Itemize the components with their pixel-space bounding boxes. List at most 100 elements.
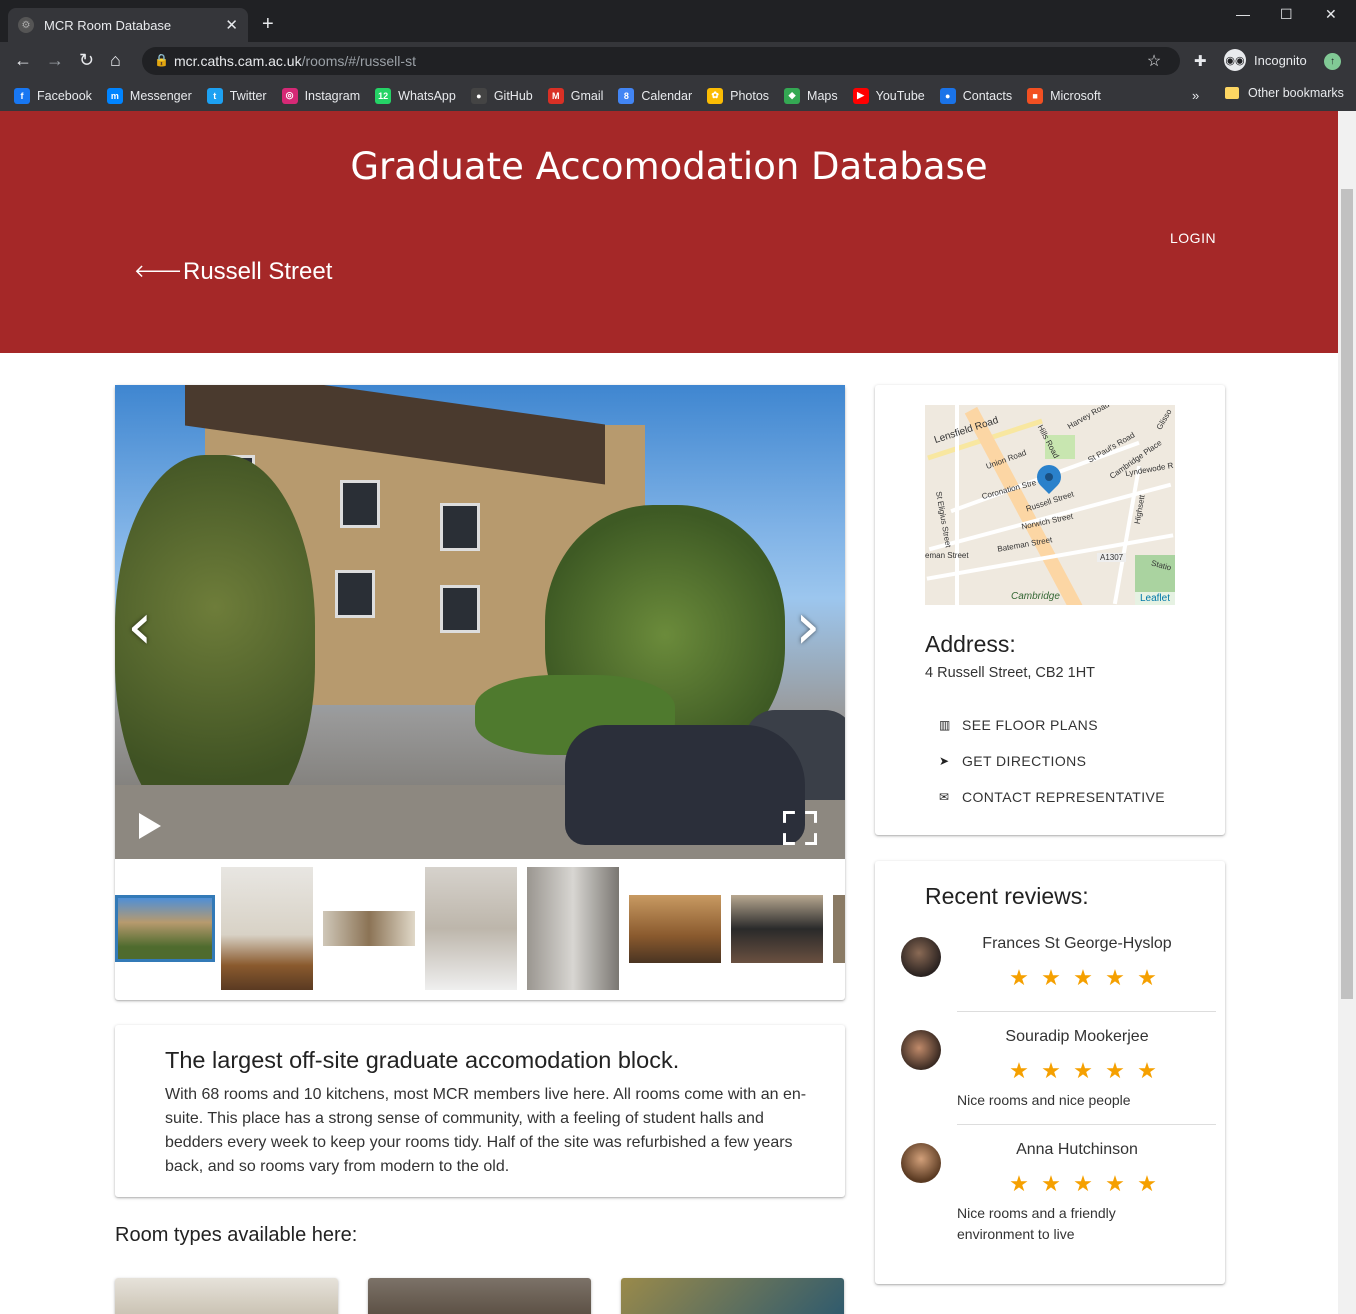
back-arrow-icon[interactable]: 🡐 [134,261,182,282]
star-icon: ★ [1041,1171,1061,1196]
gallery-main-image[interactable]: ‹ › [115,385,845,859]
next-image-icon[interactable]: › [795,590,821,664]
bookmark-photos[interactable]: ✿ Photos [707,87,770,104]
thumbnail[interactable] [221,867,313,990]
window-shape [335,570,375,618]
thumbnail[interactable] [115,895,215,962]
thumbnail[interactable] [425,867,517,990]
address-bar[interactable]: 🔒 mcr.caths.cam.ac.uk/rooms/#/russell-st… [142,47,1180,75]
update-icon[interactable]: ↑ [1324,53,1341,70]
review-text: Nice rooms and a friendly environment to… [957,1205,1116,1242]
folder-icon [1225,87,1239,99]
map-label: A1307 [1097,553,1127,562]
window-shape [440,503,480,551]
youtube-icon: ▶ [852,87,869,104]
reviewer-name: Souradip Mookerjee [1005,1028,1149,1045]
incognito-indicator[interactable]: ◉◉ Incognito [1224,49,1307,71]
bookmark-calendar[interactable]: 8 Calendar [618,87,693,104]
scrollbar-thumb[interactable] [1341,189,1353,999]
star-icon: ★ [1009,1171,1029,1196]
page-scrollbar[interactable] [1338,111,1356,1314]
room-type-card[interactable] [115,1278,338,1314]
reload-icon[interactable]: ↻ [79,50,94,71]
bookmark-gmail[interactable]: M Gmail [547,87,604,104]
bookmark-messenger[interactable]: m Messenger [106,87,192,104]
star-rating: ★ ★ ★ ★ ★ [1003,1058,1163,1084]
bookmark-twitter[interactable]: t Twitter [206,87,267,104]
map-label: eman Street [925,551,969,560]
gallery-thumbnails [115,867,845,992]
extensions-icon[interactable]: ✚ [1194,52,1207,70]
bookmark-label: Facebook [37,88,92,103]
bookmark-maps[interactable]: ◆ Maps [784,87,838,104]
reviewer-name: Frances St George-Hyslop [982,935,1172,952]
lock-icon: 🔒 [154,53,169,67]
close-window-icon[interactable]: ✕ [1325,6,1337,23]
review-text: Nice rooms and nice people [957,1092,1131,1108]
star-rating: ★ ★ ★ ★ ★ [1003,1171,1163,1197]
facebook-icon: f [14,87,30,104]
play-slideshow-icon[interactable] [139,813,161,839]
more-bookmarks-icon[interactable]: » [1192,88,1199,103]
thumbnail[interactable] [323,911,415,946]
map-marker-icon[interactable] [1032,460,1066,494]
bookmark-whatsapp[interactable]: 12 WhatsApp [375,87,456,104]
thumbnail[interactable] [731,895,823,963]
envelope-icon: ✉ [939,790,950,804]
thumbnail[interactable] [629,895,721,963]
room-type-card[interactable] [368,1278,591,1314]
star-icon: ★ [1105,965,1125,990]
page-content: Graduate Accomodation Database 🡐 Russell… [0,111,1338,1314]
map-attribution[interactable]: Leaflet [1134,592,1175,605]
star-icon: ★ [1041,1058,1061,1083]
bookmark-label: Calendar [641,88,693,103]
room-type-card[interactable] [621,1278,844,1314]
star-icon: ★ [1073,1058,1093,1083]
star-icon: ★ [1137,1171,1157,1196]
location-map[interactable]: Lensfield Road Hills Road Harvey Road St… [925,405,1175,605]
browser-tab[interactable]: ⚙ MCR Room Database ✕ [8,8,248,42]
other-bookmarks[interactable]: Other bookmarks [1225,86,1344,100]
avatar [901,1143,941,1183]
get-directions-button[interactable]: ➤ GET DIRECTIONS [939,753,1086,769]
bookmark-youtube[interactable]: ▶ YouTube [852,87,925,104]
login-button[interactable]: LOGIN [1170,230,1216,246]
description-body: With 68 rooms and 10 kitchens, most MCR … [165,1086,807,1175]
bookmark-label: Photos [730,88,770,103]
back-nav-icon[interactable]: ← [14,50,32,71]
bookmark-label: Microsoft [1050,88,1101,103]
forward-nav-icon[interactable]: → [46,50,64,71]
browser-chrome: ⚙ MCR Room Database ✕ + — ☐ ✕ ← → ↻ ⌂ 🔒 … [0,0,1356,111]
minimize-icon[interactable]: — [1236,6,1250,22]
bookmark-contacts[interactable]: ● Contacts [939,87,1012,104]
bookmark-facebook[interactable]: f Facebook [14,87,92,104]
maps-icon: ◆ [784,87,801,104]
bookmark-github[interactable]: ● GitHub [470,87,533,104]
bookmark-microsoft[interactable]: ■ Microsoft [1027,87,1101,104]
bookmark-label: WhatsApp [398,88,456,103]
star-rating: ★ ★ ★ ★ ★ [1003,965,1163,991]
bookmark-star-icon[interactable]: ☆ [1138,51,1170,71]
thumbnail[interactable] [833,895,845,963]
gmail-icon: M [547,87,564,104]
tab-title: MCR Room Database [44,17,172,33]
bookmark-label: Gmail [570,88,604,103]
previous-image-icon[interactable]: ‹ [127,590,153,664]
close-tab-icon[interactable]: ✕ [225,16,238,34]
location-card: Lensfield Road Hills Road Harvey Road St… [875,385,1225,835]
reviews-heading: Recent reviews: [925,883,1089,909]
new-tab-icon[interactable]: + [262,13,274,36]
bookmark-instagram[interactable]: ◎ Instagram [281,87,361,104]
bookmark-label: Instagram [304,88,361,103]
instagram-icon: ◎ [281,87,298,104]
home-icon[interactable]: ⌂ [110,50,121,71]
contact-representative-button[interactable]: ✉ CONTACT REPRESENTATIVE [939,789,1165,805]
maximize-icon[interactable]: ☐ [1280,6,1293,23]
see-floor-plans-button[interactable]: ▥ SEE FLOOR PLANS [939,717,1098,733]
url-host: mcr.caths.cam.ac.uk [174,53,302,69]
star-icon: ★ [1073,1171,1093,1196]
location-arrow-icon: ➤ [939,754,950,768]
thumbnail[interactable] [527,867,619,990]
review-divider [957,1124,1216,1125]
contacts-icon: ● [939,87,956,104]
